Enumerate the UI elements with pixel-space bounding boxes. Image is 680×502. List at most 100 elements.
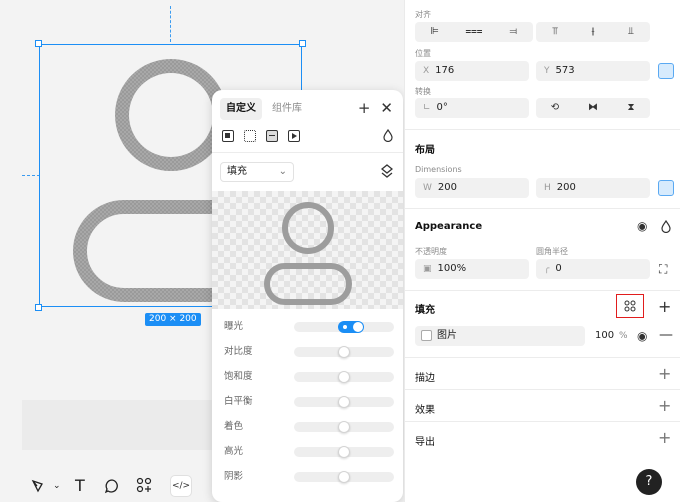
visibility-icon[interactable]: ◉ xyxy=(637,218,647,234)
highlights-slider[interactable] xyxy=(294,446,394,458)
flip-horizontal-icon[interactable]: ⧓ xyxy=(574,98,612,118)
exposure-track[interactable] xyxy=(294,321,394,333)
exposure-toggle[interactable] xyxy=(338,321,364,333)
size-badge: 200 × 200 xyxy=(145,313,201,326)
image-fill-icon[interactable] xyxy=(266,130,278,142)
adjust-contrast: 对比度 xyxy=(224,345,395,359)
chevron-down-icon[interactable]: ⌄ xyxy=(53,476,61,496)
fill-opacity-value[interactable]: 100 xyxy=(595,326,614,346)
radius-field[interactable]: ╭ 0 xyxy=(536,259,650,279)
fill-popover: 自定义 组件库 + ✕ 填充 ⌄ 曝光 对比度 饱和度 白平衡 着色 高光 阴影 xyxy=(212,90,403,502)
contrast-label: 对比度 xyxy=(224,346,253,357)
inspector-panel: 对齐 ⊫ ⩶ ⫤ ⫪ ⫲ ⫫ 位置 X 176 Y 573 转换 ∟ 0° ⟲ ⧓ ⧗… xyxy=(404,0,680,502)
tab-custom[interactable]: 自定义 xyxy=(220,98,262,120)
replace-image-icon[interactable] xyxy=(381,164,393,178)
saturation-knob[interactable] xyxy=(338,371,350,383)
tint-label: 着色 xyxy=(224,421,244,432)
adjust-exposure: 曝光 xyxy=(224,320,395,334)
align-right-icon[interactable]: ⫤ xyxy=(494,22,533,42)
rotate-icon[interactable]: ⟲ xyxy=(536,98,574,118)
fill-mode-value: 填充 xyxy=(227,166,247,177)
radius-icon: ╭ xyxy=(544,264,550,274)
align-bottom-icon[interactable]: ⫫ xyxy=(612,22,650,42)
tint-slider[interactable] xyxy=(294,421,394,433)
fill-name: 图片 xyxy=(437,330,457,341)
resize-handle-top-right[interactable] xyxy=(299,40,306,47)
video-fill-icon[interactable] xyxy=(288,130,300,142)
width-field[interactable]: W 200 xyxy=(415,178,529,198)
opacity-field[interactable]: ▣ 100% xyxy=(415,259,529,279)
adjust-white-balance: 白平衡 xyxy=(224,395,395,409)
help-button[interactable]: ? xyxy=(636,469,662,495)
align-center-v-icon[interactable]: ⫲ xyxy=(574,22,612,42)
add-fill-icon[interactable]: + xyxy=(658,299,671,315)
code-button[interactable]: </> xyxy=(170,475,192,497)
constraints-icon[interactable] xyxy=(658,63,674,79)
add-stroke-icon[interactable]: + xyxy=(658,366,671,382)
opacity-label: 不透明度 xyxy=(415,247,447,256)
comment-tool-icon[interactable] xyxy=(104,478,120,494)
gradient-fill-icon[interactable] xyxy=(244,130,256,142)
height-field[interactable]: H 200 xyxy=(536,178,650,198)
x-field[interactable]: X 176 xyxy=(415,61,529,81)
opacity-drop-icon[interactable] xyxy=(383,129,393,142)
text-tool-icon[interactable]: T xyxy=(75,476,85,496)
fill-style-button[interactable] xyxy=(616,294,644,318)
adjust-highlights: 高光 xyxy=(224,445,395,459)
blend-drop-icon[interactable] xyxy=(661,220,671,233)
resize-handle-bottom-left[interactable] xyxy=(35,304,42,311)
tab-component-library[interactable]: 组件库 xyxy=(266,98,308,120)
opacity-value: 100% xyxy=(437,263,467,274)
radius-value: 0 xyxy=(555,263,562,274)
saturation-label: 饱和度 xyxy=(224,371,253,382)
align-center-h-icon[interactable]: ⩶ xyxy=(454,22,493,42)
corner-radius-icon[interactable]: ⛶ xyxy=(659,261,667,277)
rotate-label: 转换 xyxy=(415,87,431,96)
y-field[interactable]: Y 573 xyxy=(536,61,650,81)
add-export-icon[interactable]: + xyxy=(658,430,671,446)
exposure-label: 曝光 xyxy=(224,321,244,332)
transform-group: ⟲ ⧓ ⧗ xyxy=(536,98,650,118)
style-grid-icon xyxy=(624,300,636,312)
saturation-slider[interactable] xyxy=(294,371,394,383)
shadows-slider[interactable] xyxy=(294,471,394,483)
highlights-knob[interactable] xyxy=(338,446,350,458)
fill-mode-select[interactable]: 填充 ⌄ xyxy=(220,162,294,182)
image-preview[interactable] xyxy=(212,191,403,309)
white-balance-slider[interactable] xyxy=(294,396,394,408)
align-top-icon[interactable]: ⫪ xyxy=(536,22,574,42)
tint-knob[interactable] xyxy=(338,421,350,433)
y-prefix: Y xyxy=(544,66,550,76)
h-prefix: H xyxy=(544,183,551,193)
add-icon[interactable]: + xyxy=(358,98,371,118)
contrast-slider[interactable] xyxy=(294,346,394,358)
shadows-knob[interactable] xyxy=(338,471,350,483)
angle-icon: ∟ xyxy=(423,103,431,113)
shadows-label: 阴影 xyxy=(224,471,244,482)
contrast-knob[interactable] xyxy=(338,346,350,358)
fill-visibility-icon[interactable]: ◉ xyxy=(637,328,647,344)
w-prefix: W xyxy=(423,183,432,193)
align-left-icon[interactable]: ⊫ xyxy=(415,22,454,42)
add-effect-icon[interactable]: + xyxy=(658,398,671,414)
solid-fill-icon[interactable] xyxy=(222,130,234,142)
fill-title: 填充 xyxy=(415,305,435,316)
white-balance-knob[interactable] xyxy=(338,396,350,408)
stroke-title: 描边 xyxy=(415,373,435,384)
pen-tool-icon[interactable] xyxy=(30,478,46,494)
h-value: 200 xyxy=(556,182,576,193)
remove-fill-icon[interactable]: — xyxy=(659,327,673,343)
rotation-field[interactable]: ∟ 0° xyxy=(415,98,529,118)
dimensions-label: Dimensions xyxy=(415,165,462,174)
white-balance-label: 白平衡 xyxy=(224,396,253,407)
flip-vertical-icon[interactable]: ⧗ xyxy=(612,98,650,118)
aspect-lock-icon[interactable] xyxy=(658,180,674,196)
fill-layer-row[interactable]: 图片 100 % xyxy=(415,326,628,346)
resize-handle-top-left[interactable] xyxy=(35,40,42,47)
x-value: 176 xyxy=(435,65,455,76)
close-icon[interactable]: ✕ xyxy=(380,98,393,118)
code-icon: </> xyxy=(171,481,191,491)
adjust-saturation: 饱和度 xyxy=(224,370,395,384)
components-tool-icon[interactable] xyxy=(136,477,152,493)
w-value: 200 xyxy=(437,182,457,193)
